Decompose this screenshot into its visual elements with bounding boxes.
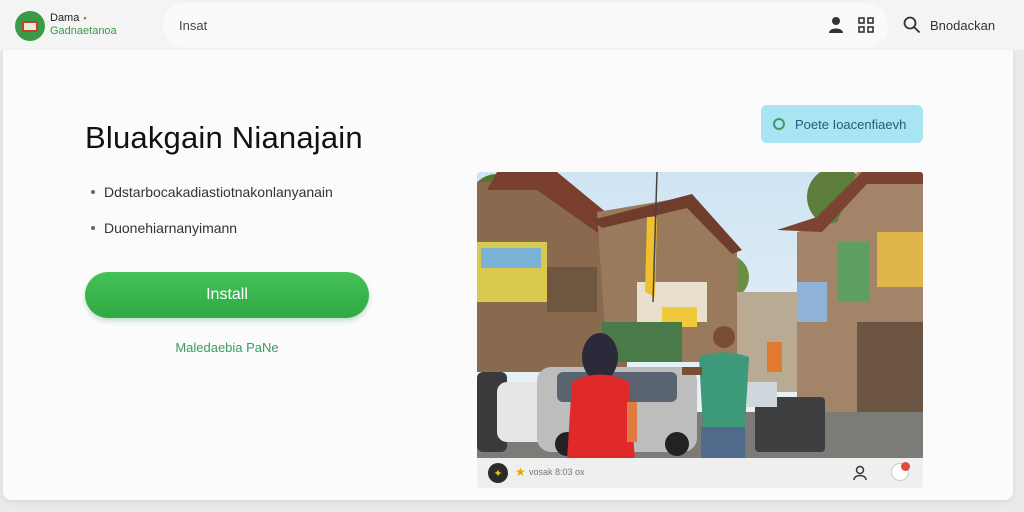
- user-icon[interactable]: [828, 16, 844, 34]
- photo-footer: ✦ ★ vosak 8:03 ox: [477, 458, 923, 488]
- search-input[interactable]: Insat: [179, 18, 207, 33]
- grid-icon[interactable]: [858, 17, 874, 33]
- feature-bullet: Duonehiarnanyimann: [91, 220, 237, 236]
- secondary-link[interactable]: Maledaebia PaNe: [85, 340, 369, 355]
- person-icon[interactable]: [853, 465, 867, 481]
- brand-name: Dama ▪: [50, 12, 87, 24]
- street-photo: [477, 172, 923, 460]
- page-title: Bluakgain Nianajain: [85, 120, 363, 155]
- info-pill-button[interactable]: Poete Ioacenfiaevh: [761, 105, 923, 143]
- main-card: Bluakgain Nianajain Ddstarbocakadiastiot…: [3, 50, 1013, 500]
- brand-subtitle: Gadnaetanoa: [50, 25, 117, 37]
- compass-icon[interactable]: ✦: [488, 463, 508, 483]
- star-icon[interactable]: ★: [515, 465, 526, 479]
- top-bar: Dama ▪ Gadnaetanoa Insat Bnodackan: [0, 0, 1024, 50]
- notification-badge[interactable]: [891, 462, 910, 481]
- feature-bullet: Ddstarbocakadiastiotnakonlanyanain: [91, 184, 333, 200]
- photo-meta: vosak 8:03 ox: [529, 467, 585, 477]
- search-icon[interactable]: [903, 16, 921, 34]
- install-button[interactable]: Install: [85, 272, 369, 318]
- logo-icon[interactable]: [15, 11, 45, 41]
- location-icon: [773, 118, 785, 130]
- search-bar[interactable]: Insat: [163, 3, 888, 48]
- header-link[interactable]: Bnodackan: [930, 18, 995, 33]
